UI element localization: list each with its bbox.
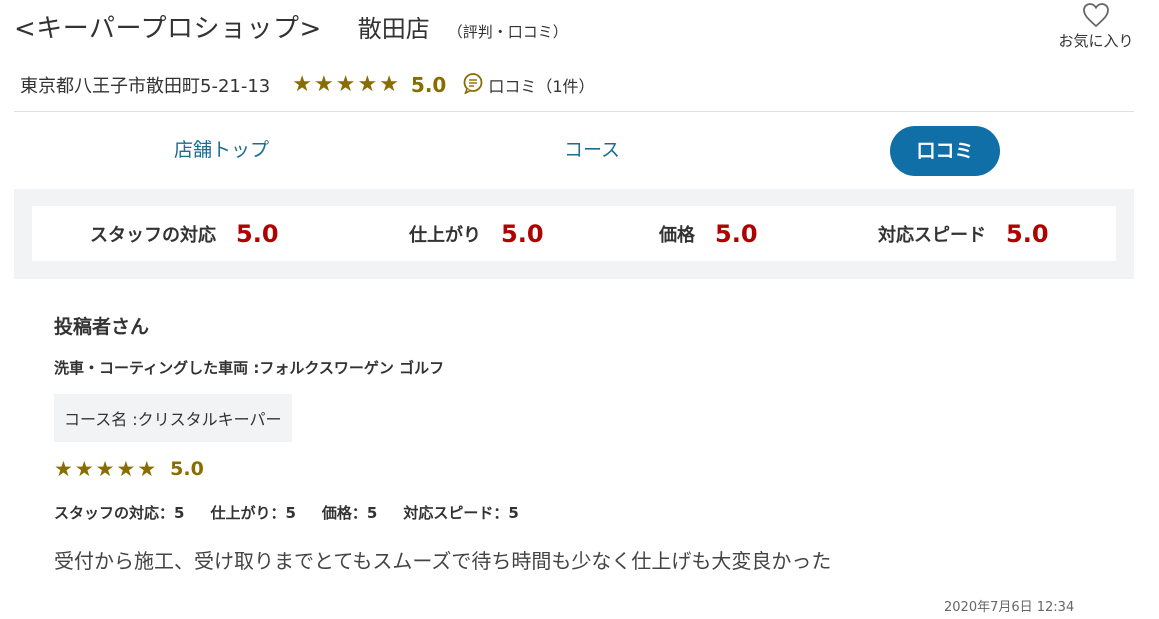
tab-reviews[interactable]: 口コミ <box>890 126 1000 176</box>
star-icon: ★ <box>137 457 157 481</box>
rating-label: 対応スピード <box>878 224 986 246</box>
review-breakdown: スタッフの対応：5 仕上がり：5 価格：5 対応スピード：5 <box>54 502 1114 523</box>
heart-icon <box>1048 2 1144 28</box>
breakdown-staff: スタッフの対応：5 <box>54 504 185 522</box>
page-title-row: <キーパープロショップ> 散田店 （評判・口コミ） <box>14 8 568 45</box>
review-timestamp: 2020年7月6日 12:34 <box>944 600 1075 615</box>
star-rating: ★ ★ ★ ★ ★ <box>292 74 401 96</box>
shop-tabs: 店舗トップ コース 口コミ <box>14 124 1134 176</box>
review-score: 5.0 <box>170 458 204 480</box>
shop-info-row: 東京都八王子市散田町5-21-13 ★ ★ ★ ★ ★ 5.0 口コミ（1件） <box>20 72 595 98</box>
rating-value: 5.0 <box>236 219 279 248</box>
shop-address: 東京都八王子市散田町5-21-13 <box>20 76 271 97</box>
star-icon: ★ <box>357 72 378 97</box>
star-icon: ★ <box>292 72 312 97</box>
shop-name: <キーパープロショップ> <box>14 14 322 44</box>
speech-bubble-icon <box>462 72 484 98</box>
review-count-link[interactable]: 口コミ（1件） <box>462 72 595 98</box>
rating-label: スタッフの対応 <box>90 224 216 246</box>
star-icon: ★ <box>74 457 94 481</box>
tab-course[interactable]: コース <box>564 124 620 176</box>
reviewer-name: 投稿者さん <box>54 316 150 338</box>
header-divider <box>14 111 1134 112</box>
review-count-label: 口コミ（1件） <box>488 77 595 96</box>
review-comment: 受付から施工、受け取りまでとてもスムーズで待ち時間も少なく仕上げも大変良かった <box>54 549 832 573</box>
favorite-label: お気に入り <box>1058 32 1134 50</box>
rating-value: 5.0 <box>715 219 758 248</box>
overall-score: 5.0 <box>410 73 447 97</box>
rating-summary: スタッフの対応 5.0 仕上がり 5.0 価格 5.0 対応スピード 5.0 <box>32 206 1116 261</box>
branch-name: 散田店 <box>357 15 430 43</box>
rating-staff: スタッフの対応 5.0 <box>90 206 279 261</box>
rating-value: 5.0 <box>1006 219 1049 248</box>
breakdown-finish: 仕上がり：5 <box>210 504 296 522</box>
rating-finish: 仕上がり 5.0 <box>409 206 544 261</box>
rating-value: 5.0 <box>501 219 544 248</box>
review-course: コース名 :クリスタルキーパー <box>54 394 292 442</box>
star-icon: ★ <box>379 72 399 97</box>
star-icon: ★ <box>116 457 136 481</box>
breakdown-price: 価格：5 <box>321 504 378 522</box>
rating-speed: 対応スピード 5.0 <box>878 206 1049 261</box>
breakdown-speed: 対応スピード：5 <box>403 504 519 522</box>
star-icon: ★ <box>335 72 356 97</box>
rating-summary-panel: スタッフの対応 5.0 仕上がり 5.0 価格 5.0 対応スピード 5.0 <box>14 189 1134 279</box>
tab-shop-top[interactable]: 店舗トップ <box>174 124 269 176</box>
review-vehicle: 洗車・コーティングした車両 :フォルクスワーゲン ゴルフ <box>54 359 445 377</box>
title-subtitle: （評判・口コミ） <box>447 23 568 41</box>
rating-label: 仕上がり <box>409 224 481 246</box>
favorite-button[interactable]: お気に入り <box>1048 2 1144 51</box>
star-icon: ★ <box>95 457 115 481</box>
review-item: 投稿者さん 洗車・コーティングした車両 :フォルクスワーゲン ゴルフ コース名 … <box>54 312 1114 574</box>
rating-label: 価格 <box>659 224 695 246</box>
review-rating: ★ ★ ★ ★ ★ 5.0 <box>54 458 1114 480</box>
star-icon: ★ <box>313 72 334 97</box>
rating-price: 価格 5.0 <box>659 206 758 261</box>
star-icon: ★ <box>54 457 73 481</box>
